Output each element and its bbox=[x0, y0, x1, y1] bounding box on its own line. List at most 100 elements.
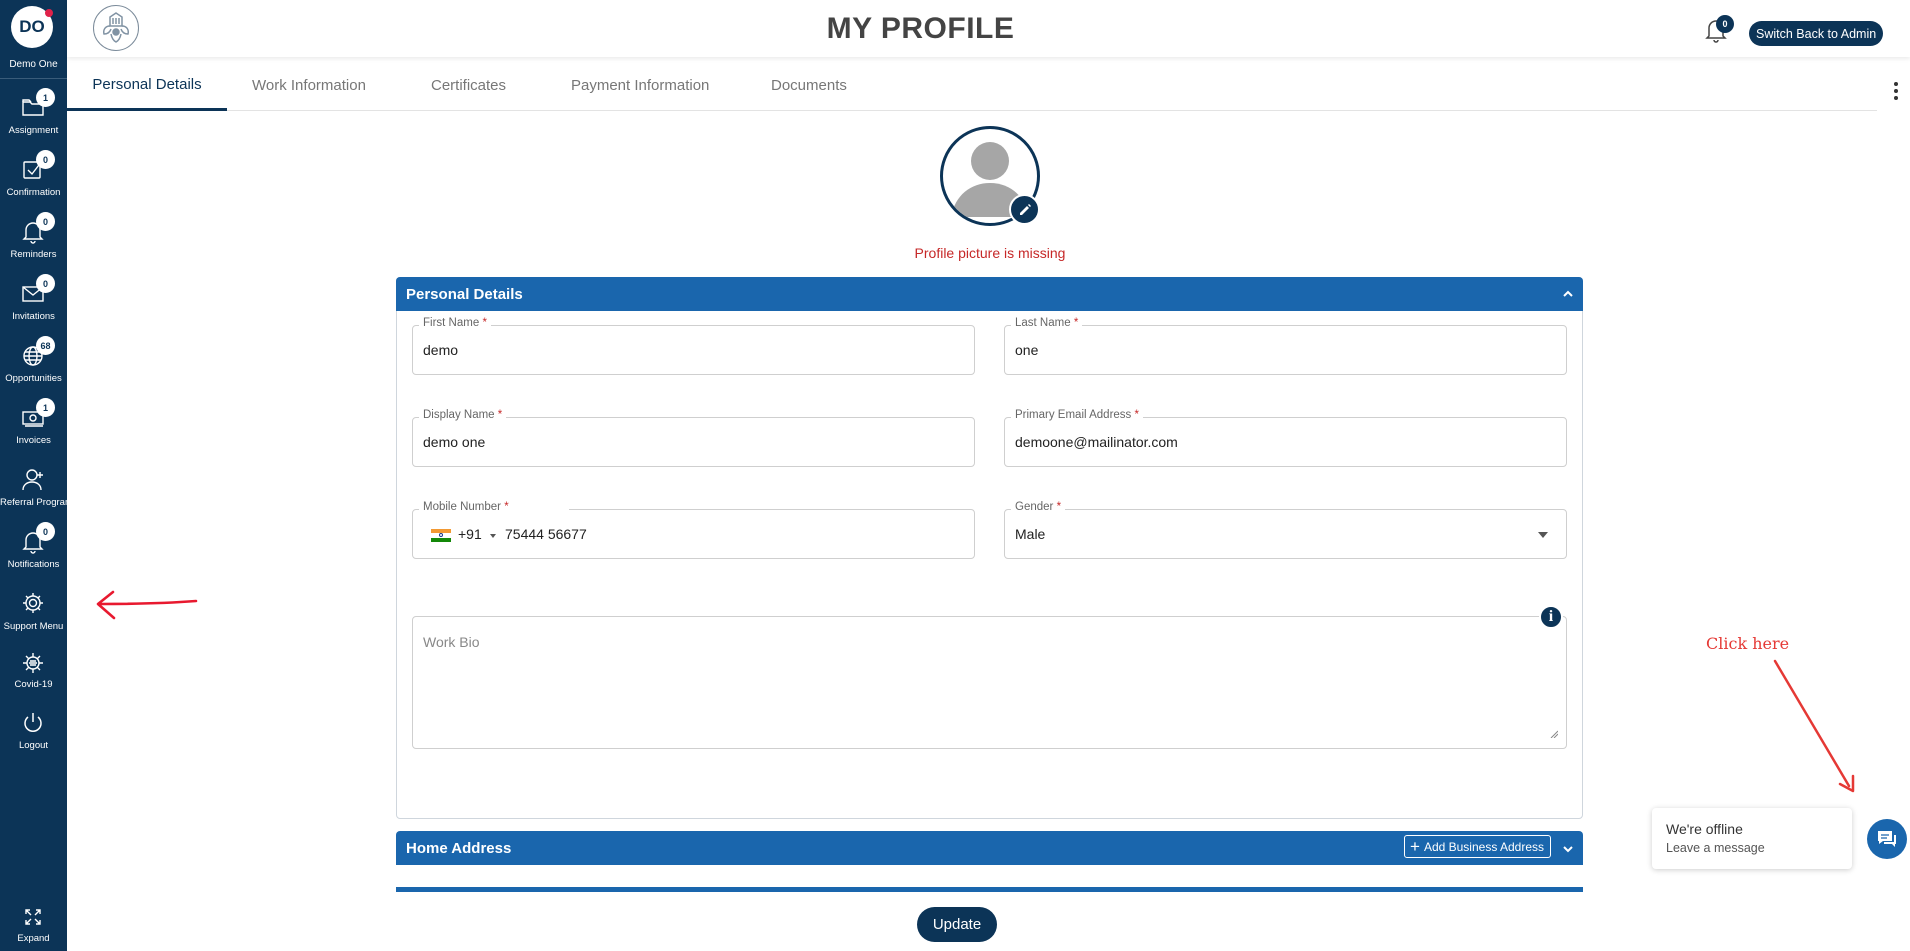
email-value: demoone@mailinator.com bbox=[1015, 434, 1178, 450]
down-arrow-annotation bbox=[1773, 659, 1851, 788]
last-name-label: Last Name * bbox=[1011, 317, 1083, 329]
chat-subtitle: Leave a message bbox=[1666, 841, 1765, 855]
profile-picture-warning: Profile picture is missing bbox=[914, 245, 1066, 261]
mobile-number-value: 75444 56677 bbox=[505, 526, 587, 542]
gender-label: Gender * bbox=[1011, 501, 1066, 513]
assignment-badge: 1 bbox=[36, 88, 55, 107]
sidebar-item-reminders[interactable]: 0 Reminders bbox=[0, 212, 67, 270]
tab-personal-details[interactable]: Personal Details bbox=[67, 60, 227, 111]
mobile-number-label: Mobile Number * bbox=[419, 501, 569, 513]
gender-select[interactable]: Gender * Male bbox=[1004, 501, 1567, 559]
tab-documents[interactable]: Documents bbox=[771, 60, 847, 111]
display-name-value: demo one bbox=[423, 434, 486, 450]
left-arrow-annotation bbox=[96, 590, 198, 620]
sidebar-divider bbox=[0, 78, 67, 79]
sidebar-item-support-menu[interactable]: Support Menu bbox=[0, 584, 67, 642]
notification-count-badge: 0 bbox=[1716, 15, 1734, 33]
gender-value: Male bbox=[1015, 526, 1046, 542]
sidebar-item-confirmation[interactable]: 0 Confirmation bbox=[0, 150, 67, 208]
edit-picture-button[interactable] bbox=[1009, 194, 1040, 225]
expand-label: Expand bbox=[17, 933, 50, 944]
email-field[interactable]: Primary Email Address * demoone@mailinat… bbox=[1004, 409, 1567, 467]
first-name-field[interactable]: First Name * demo bbox=[412, 317, 975, 375]
chat-title: We're offline bbox=[1666, 821, 1743, 837]
chat-icon bbox=[1878, 831, 1896, 847]
sidebar-expand[interactable]: Expand bbox=[0, 905, 67, 951]
sidebar-item-label: Invitations bbox=[12, 311, 55, 322]
chat-launcher-button[interactable] bbox=[1867, 819, 1907, 859]
work-bio-placeholder: Work Bio bbox=[423, 634, 480, 650]
sidebar-item-invitations[interactable]: 0 Invitations bbox=[0, 274, 67, 332]
work-bio-textarea[interactable]: Work Bio bbox=[412, 616, 1567, 749]
online-status-dot bbox=[45, 9, 53, 17]
down-arrowhead-annotation bbox=[1838, 774, 1855, 793]
tab-work-information[interactable]: Work Information bbox=[252, 60, 366, 111]
sidebar-item-opportunities[interactable]: 68 Opportunities bbox=[0, 336, 67, 394]
virus-icon bbox=[23, 653, 43, 673]
first-name-value: demo bbox=[423, 342, 459, 358]
last-name-value: one bbox=[1015, 342, 1039, 358]
sidebar-item-referral-program[interactable]: Referral Program bbox=[0, 460, 73, 518]
tab-payment-information[interactable]: Payment Information bbox=[571, 60, 709, 111]
sidebar-item-label: Invoices bbox=[16, 435, 51, 446]
sidebar-item-invoices[interactable]: 1 Invoices bbox=[0, 398, 67, 456]
invoices-badge: 1 bbox=[36, 398, 55, 417]
chevron-up-icon bbox=[1563, 290, 1573, 297]
user-name: Demo One bbox=[9, 59, 58, 70]
confirmation-badge: 0 bbox=[36, 150, 55, 169]
sidebar-item-notifications[interactable]: 0 Notifications bbox=[0, 522, 67, 580]
expand-icon bbox=[25, 909, 41, 925]
personal-details-title: Personal Details bbox=[406, 285, 523, 303]
sidebar: DO Demo One 1 Assignment 0 Confirmation … bbox=[0, 0, 73, 951]
update-button[interactable]: Update bbox=[917, 907, 997, 942]
india-flag-icon[interactable] bbox=[431, 529, 451, 542]
sidebar-item-assignment[interactable]: 1 Assignment bbox=[0, 88, 67, 146]
user-add-icon bbox=[22, 469, 43, 491]
add-business-address-label: Add Business Address bbox=[1423, 839, 1545, 854]
avatar-initials: DO bbox=[19, 17, 45, 36]
top-header: MY PROFILE 0 Switch Back to Admin bbox=[67, 0, 1910, 57]
invitations-badge: 0 bbox=[36, 274, 55, 293]
resize-handle-icon[interactable] bbox=[1550, 730, 1558, 738]
last-name-field[interactable]: Last Name * one bbox=[1004, 317, 1567, 375]
reminders-badge: 0 bbox=[36, 212, 55, 231]
sidebar-item-covid-19[interactable]: Covid-19 bbox=[0, 646, 67, 704]
page-title: MY PROFILE bbox=[826, 12, 1015, 45]
switch-back-to-admin-button[interactable]: Switch Back to Admin bbox=[1749, 21, 1884, 46]
avatar[interactable]: DO bbox=[11, 6, 53, 48]
annotation-click-here: Click here bbox=[1706, 634, 1790, 653]
email-label: Primary Email Address * bbox=[1011, 409, 1143, 421]
next-section-header bbox=[396, 887, 1583, 892]
chat-offline-bubble[interactable]: We're offline Leave a message bbox=[1652, 808, 1852, 869]
power-icon bbox=[24, 713, 42, 732]
plus-icon: + bbox=[1410, 836, 1420, 856]
notifications-badge: 0 bbox=[36, 522, 55, 541]
gear-icon bbox=[23, 593, 43, 613]
sidebar-item-label: Confirmation bbox=[6, 187, 61, 198]
dropdown-caret-icon bbox=[1538, 532, 1548, 538]
pencil-icon bbox=[1019, 203, 1031, 215]
country-code[interactable]: +91 bbox=[458, 526, 482, 542]
add-business-address-button[interactable]: + Add Business Address bbox=[1404, 835, 1552, 858]
sidebar-item-label: Opportunities bbox=[5, 373, 62, 384]
more-options-icon[interactable] bbox=[1893, 82, 1899, 102]
opportunities-badge: 68 bbox=[36, 336, 55, 355]
sidebar-item-label: Referral Program bbox=[0, 497, 73, 508]
mobile-number-field[interactable]: Mobile Number * +91 75444 56677 bbox=[412, 501, 975, 559]
sidebar-item-label: Logout bbox=[18, 740, 49, 751]
country-code-caret-icon[interactable] bbox=[490, 534, 496, 538]
profile-tabs: Personal Details Work Information Certif… bbox=[67, 60, 1877, 111]
sidebar-item-label: Notifications bbox=[7, 559, 60, 570]
info-icon[interactable]: i bbox=[1539, 605, 1563, 629]
sidebar-item-label: Assignment bbox=[8, 125, 59, 136]
first-name-label: First Name * bbox=[419, 317, 491, 329]
chevron-down-icon[interactable] bbox=[1561, 842, 1575, 856]
sidebar-item-label: Covid-19 bbox=[14, 679, 53, 690]
display-name-field[interactable]: Display Name * demo one bbox=[412, 409, 975, 467]
home-address-title: Home Address bbox=[406, 839, 512, 857]
sidebar-item-logout[interactable]: Logout bbox=[0, 708, 67, 766]
display-name-label: Display Name * bbox=[419, 409, 507, 421]
sidebar-item-label: Support Menu bbox=[3, 621, 64, 632]
personal-details-header[interactable]: Personal Details bbox=[396, 277, 1583, 311]
tab-certificates[interactable]: Certificates bbox=[431, 60, 506, 111]
